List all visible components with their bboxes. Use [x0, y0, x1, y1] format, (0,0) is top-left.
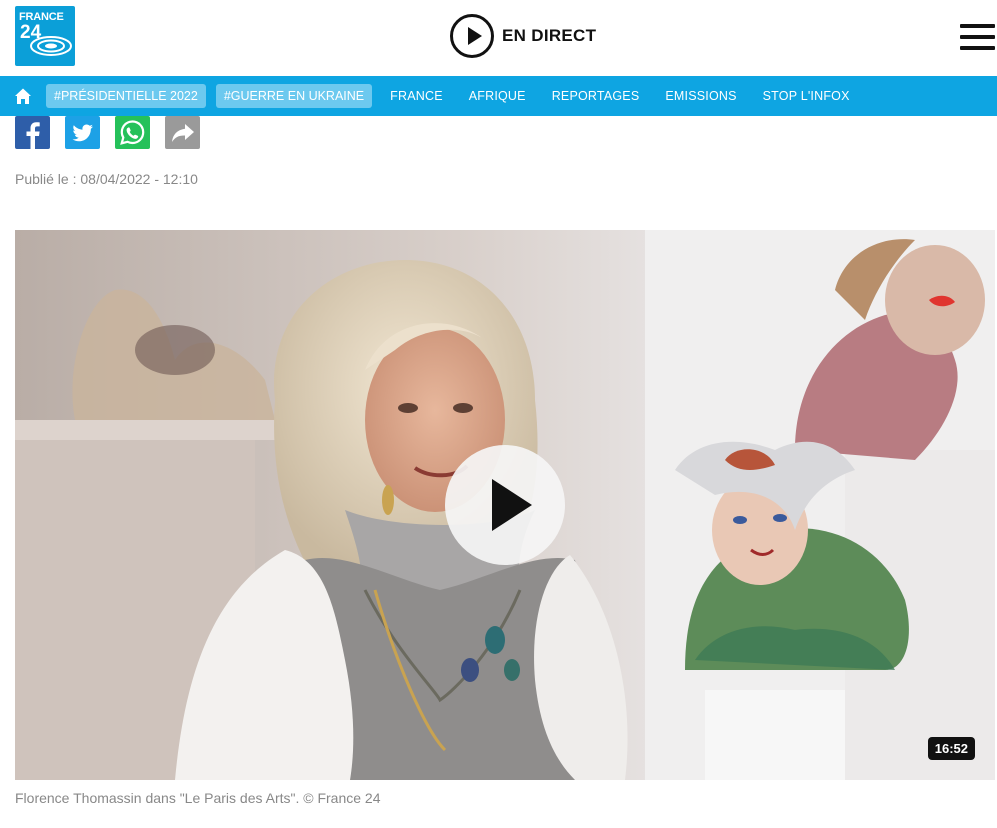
published-label: Publié le : [15, 171, 77, 187]
hamburger-icon [960, 24, 995, 28]
nav-item-reportages[interactable]: REPORTAGES [552, 89, 640, 103]
live-label: EN DIRECT [502, 26, 597, 45]
logo-text-line2: 24 [20, 22, 42, 43]
home-icon[interactable] [14, 87, 32, 105]
nav-item-emissions[interactable]: EMISSIONS [665, 89, 736, 103]
video-duration: 16:52 [927, 737, 975, 760]
play-icon[interactable] [445, 445, 565, 565]
video-caption: Florence Thomassin dans "Le Paris des Ar… [15, 790, 381, 806]
video-player[interactable]: 16:52 [15, 230, 995, 780]
live-button[interactable]: EN DIRECT [450, 14, 596, 58]
nav-item-afrique[interactable]: AFRIQUE [469, 89, 526, 103]
share-bar [15, 116, 215, 150]
nav-tag-ukraine[interactable]: #GUERRE EN UKRAINE [215, 84, 373, 108]
facebook-share-button[interactable] [15, 116, 50, 149]
facebook-icon [26, 122, 40, 149]
main-nav: #PRÉSIDENTIELLE 2022 #GUERRE EN UKRAINE … [0, 76, 997, 116]
site-header: FRANCE 24 EN DIRECT [0, 0, 997, 76]
twitter-share-button[interactable] [65, 116, 100, 149]
hamburger-line [960, 35, 995, 39]
france24-logo[interactable]: FRANCE 24 [15, 6, 75, 66]
hamburger-line [960, 46, 995, 50]
share-button[interactable] [165, 116, 200, 149]
twitter-icon [72, 124, 93, 142]
whatsapp-share-button[interactable] [115, 116, 150, 149]
menu-button[interactable] [960, 24, 995, 50]
play-circle-icon [450, 14, 494, 58]
nav-item-france[interactable]: FRANCE [390, 89, 443, 103]
nav-item-stop-infox[interactable]: STOP L'INFOX [763, 89, 850, 103]
whatsapp-icon [120, 120, 145, 145]
share-icon [172, 124, 194, 142]
published-value: 08/04/2022 - 12:10 [80, 171, 198, 187]
nav-tag-presidentielle[interactable]: #PRÉSIDENTIELLE 2022 [46, 84, 206, 108]
published-date: Publié le : 08/04/2022 - 12:10 [15, 171, 198, 187]
